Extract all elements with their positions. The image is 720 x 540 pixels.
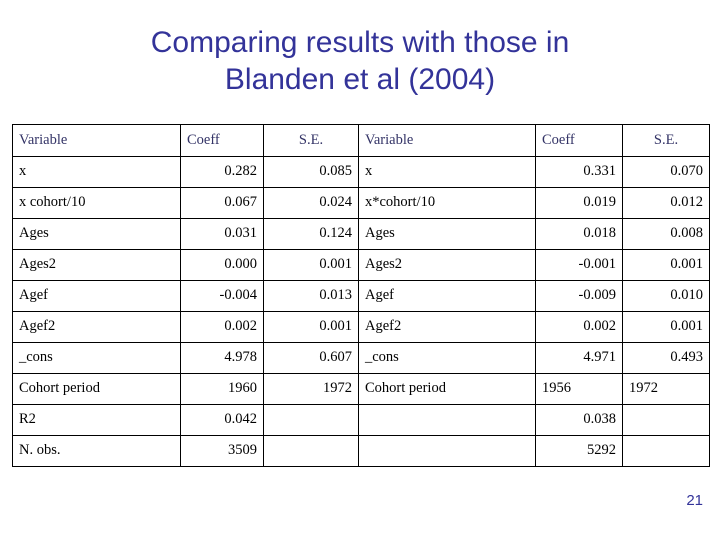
table-row: x cohort/10 0.067 0.024 x*cohort/10 0.019 0.0…	[12, 187, 710, 219]
cell-variable-left: _cons	[12, 342, 181, 374]
cell-se-left: 0.024	[263, 187, 359, 219]
cell-coeff-right: -0.009	[535, 280, 623, 312]
cell-se-right: 0.001	[622, 311, 710, 343]
results-table: Variable Coeff S.E. Variable Coeff S.E. …	[12, 124, 710, 467]
cell-se-left: 0.001	[263, 249, 359, 281]
cell-variable-right: x	[358, 156, 536, 188]
cell-variable-right: Agef2	[358, 311, 536, 343]
cell-se-left: 0.001	[263, 311, 359, 343]
table-row: R2 0.042 0.038	[12, 404, 710, 436]
cell-variable-left: Agef2	[12, 311, 181, 343]
cell-se-right: 0.012	[622, 187, 710, 219]
cell-se-right: 0.008	[622, 218, 710, 250]
cell-se-right: 0.001	[622, 249, 710, 281]
cell-coeff-right: 0.038	[535, 404, 623, 436]
cell-variable-right: Ages2	[358, 249, 536, 281]
cell-coeff-left: 0.282	[180, 156, 264, 188]
table-header: Variable Coeff S.E. Variable Coeff S.E.	[12, 124, 710, 157]
cell-coeff-left: 0.002	[180, 311, 264, 343]
cell-se-right: 0.070	[622, 156, 710, 188]
page-number: 21	[686, 492, 703, 509]
table-row: Ages 0.031 0.124 Ages 0.018 0.008	[12, 218, 710, 250]
cell-se-right	[622, 435, 710, 467]
column-header-coeff-left: Coeff	[180, 124, 264, 157]
table-body: x 0.282 0.085 x 0.331 0.070 x cohort/10 0.067 0.…	[12, 156, 710, 467]
cell-coeff-right: 0.002	[535, 311, 623, 343]
cell-coeff-right: 5292	[535, 435, 623, 467]
cell-coeff-left: 4.978	[180, 342, 264, 374]
table-header-row: Variable Coeff S.E. Variable Coeff S.E.	[12, 124, 710, 157]
cell-variable-left: Ages	[12, 218, 181, 250]
table-row: x 0.282 0.085 x 0.331 0.070	[12, 156, 710, 188]
page-title-line-1: Comparing results with those in	[150, 26, 570, 59]
cell-coeff-left: 0.042	[180, 404, 264, 436]
cell-coeff-right: 0.018	[535, 218, 623, 250]
cell-variable-right	[358, 435, 536, 467]
table-row: N. obs. 3509 5292	[12, 435, 710, 467]
table-row: _cons 4.978 0.607 _cons 4.971 0.493	[12, 342, 710, 374]
cell-se-right: 0.010	[622, 280, 710, 312]
cell-coeff-left: 3509	[180, 435, 264, 467]
cell-variable-right	[358, 404, 536, 436]
cell-variable-left: x cohort/10	[12, 187, 181, 219]
cell-variable-left: x	[12, 156, 181, 188]
cell-coeff-left: 0.031	[180, 218, 264, 250]
cell-se-right	[622, 404, 710, 436]
column-header-coeff-right: Coeff	[535, 124, 623, 157]
column-header-variable-right: Variable	[358, 124, 536, 157]
cell-variable-right: x*cohort/10	[358, 187, 536, 219]
cell-variable-right: Agef	[358, 280, 536, 312]
cell-se-left: 0.607	[263, 342, 359, 374]
page-title: Comparing results with those in Blanden …	[0, 24, 720, 98]
table-row: Agef2 0.002 0.001 Agef2 0.002 0.001	[12, 311, 710, 343]
cell-se-left: 0.013	[263, 280, 359, 312]
cell-variable-left: Agef	[12, 280, 181, 312]
cell-coeff-right: 0.331	[535, 156, 623, 188]
cell-coeff-left: 1960	[180, 373, 264, 405]
cell-variable-left: R2	[12, 404, 181, 436]
column-header-se-left: S.E.	[263, 124, 359, 157]
page-title-line-2: Blanden et al (2004)	[224, 63, 496, 96]
column-header-se-right: S.E.	[622, 124, 710, 157]
column-header-variable-left: Variable	[12, 124, 181, 157]
cell-se-left	[263, 404, 359, 436]
cell-variable-left: Ages2	[12, 249, 181, 281]
cell-variable-right: Ages	[358, 218, 536, 250]
table-row: Agef -0.004 0.013 Agef -0.009 0.010	[12, 280, 710, 312]
cell-coeff-left: -0.004	[180, 280, 264, 312]
cell-se-left	[263, 435, 359, 467]
results-table-container: Variable Coeff S.E. Variable Coeff S.E. …	[12, 124, 710, 467]
cell-variable-right: _cons	[358, 342, 536, 374]
cell-variable-left: Cohort period	[12, 373, 181, 405]
cell-variable-left: N. obs.	[12, 435, 181, 467]
cell-coeff-left: 0.067	[180, 187, 264, 219]
cell-variable-right: Cohort period	[358, 373, 536, 405]
table-row: Ages2 0.000 0.001 Ages2 -0.001 0.001	[12, 249, 710, 281]
cell-coeff-right: -0.001	[535, 249, 623, 281]
cell-se-right: 0.493	[622, 342, 710, 374]
cell-se-left: 1972	[263, 373, 359, 405]
cell-coeff-right: 4.971	[535, 342, 623, 374]
cell-se-right: 1972	[622, 373, 710, 405]
cell-se-left: 0.124	[263, 218, 359, 250]
cell-coeff-right: 1956	[535, 373, 623, 405]
table-row: Cohort period 1960 1972 Cohort period 1956 19…	[12, 373, 710, 405]
cell-coeff-left: 0.000	[180, 249, 264, 281]
cell-coeff-right: 0.019	[535, 187, 623, 219]
cell-se-left: 0.085	[263, 156, 359, 188]
